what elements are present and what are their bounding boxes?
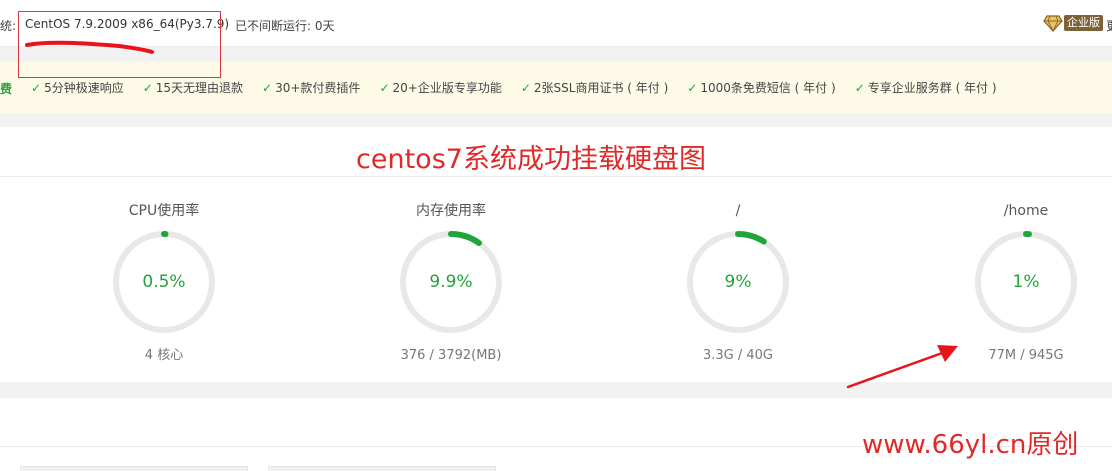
gauge-detail: 3.3G / 40G — [702, 348, 773, 363]
gauge-detail: 4 核心 — [144, 348, 184, 363]
gauge-label: 内存使用率 — [416, 203, 486, 219]
feature-item-label: 30+款付费插件 — [275, 81, 361, 95]
gauge-detail: 77M / 945G — [988, 348, 1064, 363]
gauge-ring: 9.9% — [398, 229, 504, 335]
annotation-title: centos7系统成功挂载硬盘图 — [356, 144, 706, 175]
feature-item: ✓ 20+企业版专享功能 — [379, 79, 501, 96]
enterprise-badge[interactable]: 企业版 — [1043, 13, 1103, 33]
red-underline-mark — [25, 40, 154, 54]
gauge-ring: 9% — [685, 229, 791, 335]
uptime-text: 已不间断运行: 0天 — [235, 19, 335, 33]
feature-list: ✓ 5分钟极速响应 ✓ 15天无理由退款 ✓ 30+款付费插件 ✓ 20+企业版专享功能… — [31, 79, 997, 96]
feature-item: ✓ 2张SSL商用证书 ( 年付 ) — [521, 79, 668, 96]
card-stub — [268, 466, 496, 471]
feature-item-label: 20+企业版专享功能 — [392, 81, 502, 95]
home-disk-gauge[interactable]: /home 1% 77M / 945G — [956, 202, 1096, 364]
header-edge-text: 更 — [1106, 17, 1112, 34]
feature-item-label: 5分钟极速响应 — [44, 81, 124, 95]
feature-strip-head: 费 — [0, 82, 13, 96]
feature-item: ✓ 30+款付费插件 — [262, 79, 360, 96]
gauge-label: /home — [1003, 203, 1049, 219]
system-label-fragment: 统: — [0, 19, 17, 33]
watermark-text: www.66yl.cn原创 — [862, 430, 1079, 460]
gauge-label: / — [735, 203, 741, 219]
gauge-value: 9% — [724, 272, 752, 292]
check-icon: ✓ — [262, 80, 273, 95]
gauge-value: 0.5% — [142, 272, 186, 292]
feature-item-label: 15天无理由退款 — [155, 81, 244, 95]
check-icon: ✓ — [854, 80, 865, 95]
panel-divider — [0, 176, 1112, 177]
memory-usage-gauge[interactable]: 内存使用率 9.9% 376 / 3792(MB) — [381, 202, 521, 364]
feature-item-label: 1000条免费短信 ( 年付 ) — [700, 81, 836, 95]
feature-item: ✓ 1000条免费短信 ( 年付 ) — [687, 79, 835, 96]
gauge-label: CPU使用率 — [128, 203, 200, 219]
gauge-value: 1% — [1012, 272, 1040, 292]
check-icon: ✓ — [31, 80, 42, 95]
check-icon: ✓ — [687, 80, 698, 95]
gauge-ring: 1% — [973, 229, 1079, 335]
root-disk-gauge[interactable]: / 9% 3.3G / 40G — [668, 202, 808, 364]
diamond-icon — [1043, 14, 1063, 32]
gauge-ring: 0.5% — [111, 229, 217, 335]
red-arrow-annotation — [846, 345, 958, 389]
feature-item: ✓ 15天无理由退款 — [143, 79, 243, 96]
check-icon: ✓ — [379, 80, 390, 95]
feature-item: ✓ 5分钟极速响应 — [31, 79, 124, 96]
card-stub — [20, 466, 248, 471]
gauge-value: 9.9% — [429, 272, 473, 292]
check-icon: ✓ — [520, 80, 531, 95]
cpu-usage-gauge[interactable]: CPU使用率 0.5% 4 核心 — [94, 202, 234, 364]
feature-item-label: 2张SSL商用证书 ( 年付 ) — [533, 81, 669, 95]
feature-item: ✓ 专享企业服务群 ( 年付 ) — [855, 79, 997, 96]
gauge-detail: 376 / 3792(MB) — [400, 348, 502, 363]
feature-item-label: 专享企业服务群 ( 年付 ) — [867, 81, 997, 95]
check-icon: ✓ — [142, 80, 153, 95]
enterprise-badge-label: 企业版 — [1064, 15, 1103, 31]
